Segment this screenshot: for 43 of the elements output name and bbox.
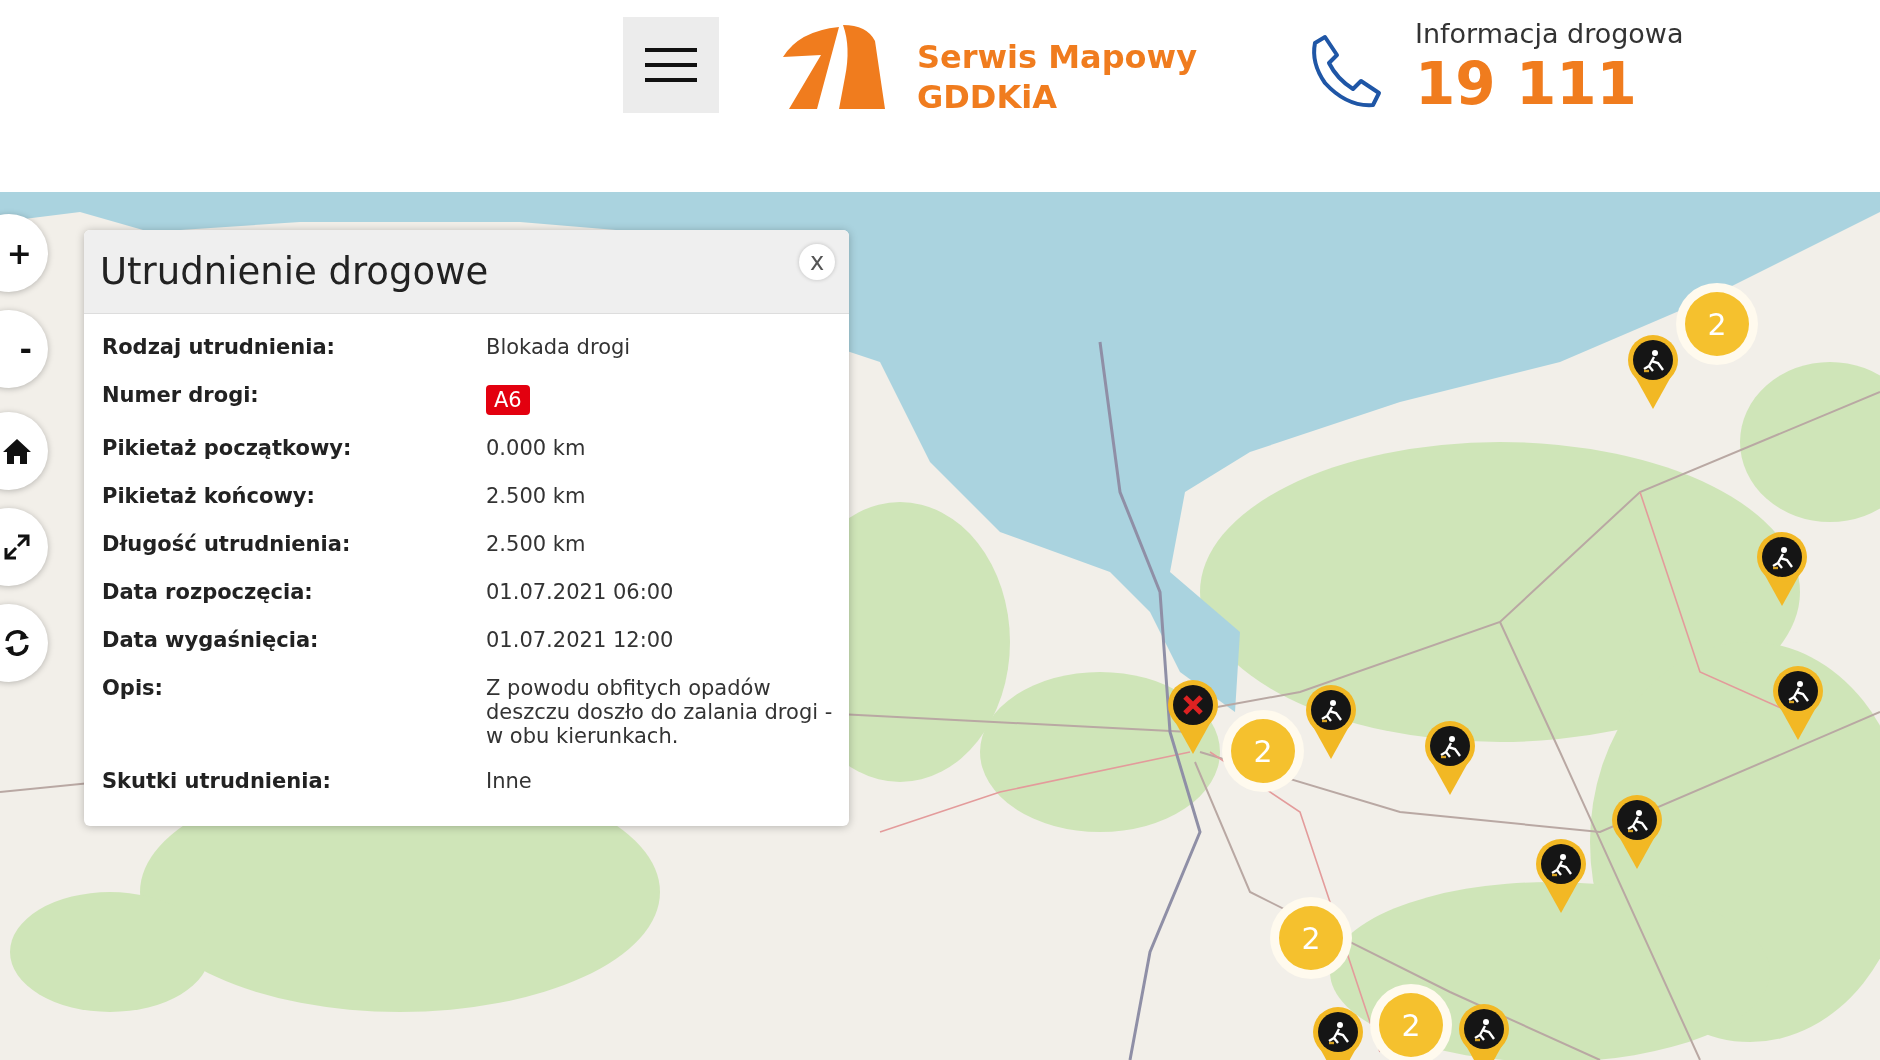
cluster-marker[interactable]: 2 [1676, 283, 1758, 365]
field-label: Opis: [102, 675, 164, 702]
worker-icon [1550, 854, 1573, 877]
field-label: Długość utrudnienia: [102, 531, 352, 558]
expand-icon [2, 532, 32, 562]
close-x-icon [1182, 694, 1204, 716]
refresh-icon [2, 628, 32, 658]
worker-icon [1787, 681, 1810, 704]
worker-icon [1439, 736, 1462, 759]
hotline-number: 19 111 [1415, 51, 1638, 117]
road-number-badge: A6 [486, 385, 530, 415]
field-value: Z powodu obfitych opadów deszczu doszło do zalania drogi - w obu kierunkach. [486, 675, 833, 748]
worker-icon [1771, 547, 1794, 570]
worker-icon [1327, 1022, 1350, 1045]
brand-name: Serwis Mapowy [917, 37, 1197, 77]
field-label: Pikietaż początkowy: [102, 435, 353, 462]
zoom-out-button[interactable]: - [0, 310, 48, 388]
worker-icon [1473, 1019, 1496, 1042]
field-value: 01.07.2021 06:00 [486, 579, 675, 606]
field-value: 01.07.2021 12:00 [486, 627, 675, 654]
hotline-label: Informacja drogowa [1415, 17, 1684, 51]
zoom-in-button[interactable]: + [0, 214, 48, 292]
worker-icon [1642, 350, 1665, 373]
cluster-marker[interactable]: 2 [1222, 710, 1304, 792]
field-label: Pikietaż końcowy: [102, 483, 316, 510]
home-icon [2, 436, 32, 466]
field-value: 2.500 km [486, 531, 587, 558]
field-value: Inne [486, 768, 533, 795]
worker-icon [1320, 700, 1343, 723]
field-label: Rodzaj utrudnienia: [102, 334, 336, 361]
field-value: 0.000 km [486, 435, 587, 462]
close-button[interactable]: x [799, 243, 835, 280]
field-label: Data rozpoczęcia: [102, 579, 314, 606]
menu-button[interactable] [623, 17, 719, 113]
field-label: Skutki utrudnienia: [102, 768, 332, 795]
field-label: Numer drogi: [102, 382, 260, 409]
worker-icon [1626, 810, 1649, 833]
brand-name: GDDKiA [917, 77, 1058, 117]
cluster-marker[interactable]: 2 [1270, 897, 1352, 979]
popup-title: Utrudnienie drogowe [100, 250, 489, 293]
field-value: 2.500 km [486, 483, 587, 510]
field-label: Data wygaśnięcia: [102, 627, 320, 654]
field-value: Blokada drogi [486, 334, 632, 361]
